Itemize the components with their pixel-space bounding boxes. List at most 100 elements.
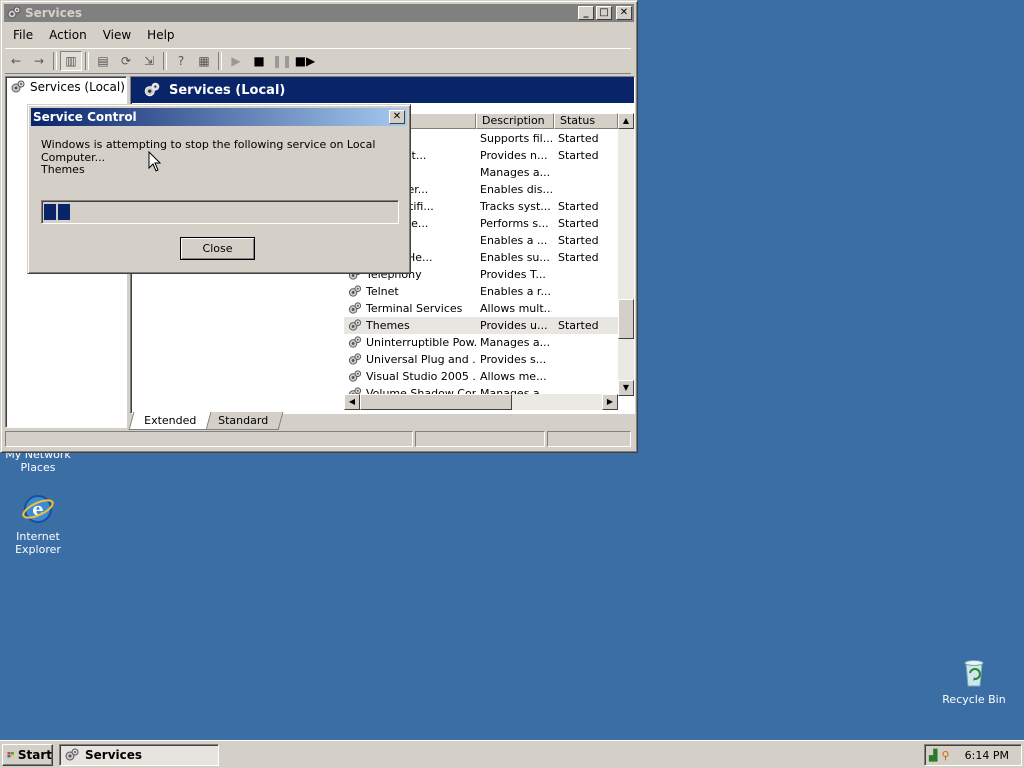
toolbar-separator — [53, 52, 57, 70]
service-description-cell: Provides T... — [480, 268, 546, 281]
toolbar: ← → ▥ ▤ ⟳ ⇲ ? ▦ ▶ ■ ❚❚ ■▶ — [5, 48, 631, 74]
progress-bar — [41, 200, 399, 224]
table-row[interactable]: Universal Plug and ... Provides s... — [344, 351, 618, 368]
vertical-scrollbar[interactable]: ▲ ▼ — [618, 113, 634, 396]
service-description-cell: Provides n... — [480, 149, 548, 162]
service-name-cell: Universal Plug and ... — [366, 353, 476, 366]
service-status-cell: Started — [558, 234, 599, 247]
pane-header-title: Services (Local) — [169, 82, 286, 98]
table-row[interactable]: Themes Provides u... Started — [344, 317, 618, 334]
service-status-cell: Started — [558, 319, 599, 332]
start-button[interactable]: Start — [2, 744, 53, 766]
desktop-icon-internet-explorer[interactable]: e Internet Explorer — [0, 492, 78, 556]
scroll-up-button[interactable]: ▲ — [618, 113, 634, 129]
service-status-cell: Started — [558, 200, 599, 213]
status-pane-1 — [5, 431, 413, 447]
service-name-cell: Visual Studio 2005 ... — [366, 370, 476, 383]
show-hide-tree-icon[interactable]: ▥ — [60, 51, 82, 71]
scroll-down-button[interactable]: ▼ — [618, 380, 634, 396]
services-gear-icon — [7, 6, 21, 19]
console-tree-icon[interactable]: ▦ — [193, 51, 215, 71]
service-description-cell: Enables a r... — [480, 285, 551, 298]
mouse-cursor-icon — [148, 151, 162, 172]
service-status-cell: Started — [558, 251, 599, 264]
refresh-icon[interactable]: ⟳ — [115, 51, 137, 71]
toolbar-separator — [163, 52, 167, 70]
taskbar-item-services[interactable]: Services — [59, 744, 219, 766]
scroll-thumb[interactable] — [618, 299, 634, 339]
stop-service-icon[interactable]: ■ — [248, 51, 270, 71]
table-row[interactable]: Uninterruptible Pow... Manages a... — [344, 334, 618, 351]
desktop-icon-recycle-bin[interactable]: Recycle Bin — [934, 657, 1014, 706]
services-gear-icon — [144, 82, 160, 97]
table-row[interactable]: Telnet Enables a r... — [344, 283, 618, 300]
service-description-cell: Tracks syst... — [480, 200, 551, 213]
start-service-icon[interactable]: ▶ — [225, 51, 247, 71]
dialog-titlebar[interactable]: Service Control ✕ — [31, 108, 407, 126]
dialog-message: Windows is attempting to stop the follow… — [41, 138, 376, 164]
help-icon[interactable]: ? — [170, 51, 192, 71]
back-arrow-icon[interactable]: ← — [5, 51, 27, 71]
close-window-button[interactable]: ✕ — [616, 6, 632, 20]
minimize-button[interactable]: _ — [578, 6, 594, 20]
column-status-label: Status — [560, 114, 596, 127]
network-tray-icon[interactable]: ▟ — [929, 749, 937, 762]
clock[interactable]: 6:14 PM — [965, 749, 1009, 762]
service-description-cell: Enables dis... — [480, 183, 552, 196]
service-status-cell: Started — [558, 132, 599, 145]
maximize-button[interactable]: □ — [596, 6, 612, 20]
table-row[interactable]: Visual Studio 2005 ... Allows me... — [344, 368, 618, 385]
horizontal-scrollbar[interactable]: ◀ ▶ — [344, 394, 618, 410]
tree-node-label: Services (Local) — [30, 80, 125, 94]
menu-bar: File Action View Help — [5, 25, 183, 45]
service-description-cell: Allows me... — [480, 370, 547, 383]
system-tray: ▟ ⚲ 6:14 PM — [924, 744, 1022, 766]
view-tabs: Extended Standard — [128, 412, 284, 430]
tab-extended[interactable]: Extended — [128, 412, 212, 430]
service-status-cell: Started — [558, 149, 599, 162]
menu-view[interactable]: View — [95, 28, 139, 42]
window-titlebar[interactable]: Services _ □ ✕ — [4, 4, 634, 22]
restart-service-icon[interactable]: ■▶ — [294, 51, 316, 71]
export-list-icon[interactable]: ⇲ — [138, 51, 160, 71]
toolbar-separator — [218, 52, 222, 70]
internet-explorer-icon: e — [22, 495, 54, 523]
menu-action[interactable]: Action — [41, 28, 95, 42]
service-name-cell: Terminal Services — [366, 302, 463, 315]
service-description-cell: Manages a... — [480, 166, 551, 179]
service-description-cell: Supports fil... — [480, 132, 552, 145]
close-button[interactable]: Close — [180, 237, 255, 260]
services-gear-icon — [11, 80, 25, 93]
scroll-left-button[interactable]: ◀ — [344, 394, 360, 410]
taskbar-item-label: Services — [85, 748, 143, 762]
table-row[interactable]: Terminal Services Allows mult... — [344, 300, 618, 317]
column-header-description[interactable]: Description — [476, 113, 554, 129]
column-description-label: Description — [482, 114, 545, 127]
service-description-cell: Provides u... — [480, 319, 548, 332]
service-status-cell: Started — [558, 217, 599, 230]
dialog-close-x-button[interactable]: ✕ — [389, 110, 405, 124]
status-pane-3 — [547, 431, 631, 447]
menu-file[interactable]: File — [5, 28, 41, 42]
progress-block — [58, 204, 70, 220]
properties-icon[interactable]: ▤ — [92, 51, 114, 71]
service-name-cell: Themes — [366, 319, 410, 332]
hscroll-thumb[interactable] — [360, 394, 512, 410]
pause-service-icon[interactable]: ❚❚ — [271, 51, 293, 71]
scroll-right-button[interactable]: ▶ — [602, 394, 618, 410]
tree-node-services-local[interactable]: Services (Local) — [10, 79, 125, 95]
recycle-bin-icon — [964, 660, 984, 687]
menu-help[interactable]: Help — [139, 28, 182, 42]
toolbar-separator — [85, 52, 89, 70]
search-tray-icon[interactable]: ⚲ — [941, 749, 949, 762]
services-gear-icon — [65, 748, 79, 761]
service-description-cell: Enables a ... — [480, 234, 548, 247]
recycle-bin-label: Recycle Bin — [942, 693, 1006, 706]
column-header-status[interactable]: Status — [554, 113, 618, 129]
windows-logo-icon — [7, 752, 14, 758]
service-description-cell: Allows mult... — [480, 302, 552, 315]
tab-standard[interactable]: Standard — [202, 412, 284, 430]
forward-arrow-icon[interactable]: → — [28, 51, 50, 71]
dialog-title: Service Control — [33, 110, 137, 124]
internet-explorer-label: Internet Explorer — [15, 530, 61, 556]
